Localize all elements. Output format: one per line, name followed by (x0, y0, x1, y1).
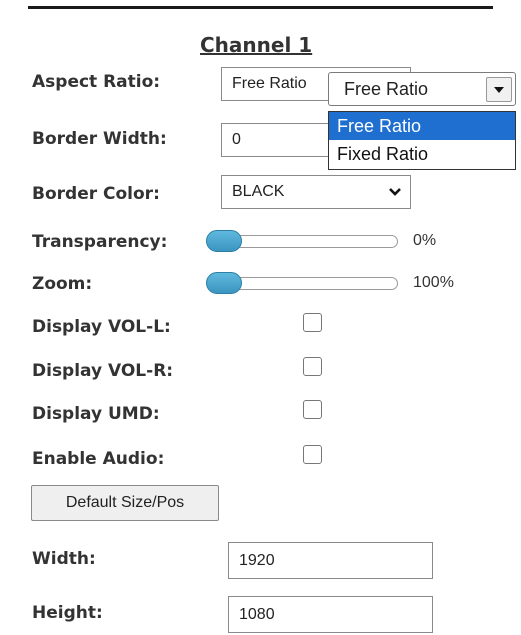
aspect-ratio-value: Free Ratio (232, 75, 307, 92)
transparency-value: 0% (413, 232, 437, 249)
display-vol-l-label: Display VOL-L: (32, 317, 171, 337)
transparency-thumb[interactable] (206, 230, 242, 252)
display-vol-l-checkbox[interactable] (303, 313, 322, 332)
width-input[interactable]: 1920 (228, 542, 433, 579)
transparency-label: Transparency: (32, 232, 168, 252)
height-label: Height: (32, 603, 103, 623)
aspect-ratio-dropdown-value: Free Ratio (344, 78, 429, 99)
border-width-label: Border Width: (32, 129, 167, 149)
transparency-track (218, 235, 398, 248)
top-divider (28, 6, 493, 9)
default-size-pos-button[interactable]: Default Size/Pos (31, 485, 219, 521)
enable-audio-label: Enable Audio: (32, 449, 165, 469)
transparency-slider[interactable] (206, 230, 398, 252)
height-value: 1080 (239, 605, 275, 623)
chevron-down-icon (389, 188, 401, 196)
option-fixed-ratio[interactable]: Fixed Ratio (329, 140, 515, 168)
border-color-value: BLACK (232, 183, 285, 200)
display-vol-r-checkbox[interactable] (303, 357, 322, 376)
border-color-select[interactable]: BLACK (221, 175, 411, 209)
dropdown-arrow-button[interactable] (486, 77, 512, 102)
border-color-label: Border Color: (32, 184, 160, 204)
display-umd-label: Display UMD: (32, 404, 160, 424)
aspect-ratio-options: Free Ratio Fixed Ratio (328, 111, 516, 170)
width-value: 1920 (239, 551, 275, 569)
zoom-thumb[interactable] (206, 272, 242, 294)
zoom-slider[interactable] (206, 272, 398, 294)
display-vol-r-label: Display VOL-R: (32, 361, 174, 381)
option-free-ratio[interactable]: Free Ratio (329, 112, 515, 140)
zoom-value: 100% (413, 274, 454, 291)
height-input[interactable]: 1080 (228, 596, 433, 633)
aspect-ratio-label: Aspect Ratio: (32, 72, 161, 92)
width-label: Width: (32, 549, 96, 569)
aspect-ratio-dropdown[interactable]: Free Ratio (328, 72, 516, 106)
display-umd-checkbox[interactable] (303, 400, 322, 419)
border-width-value: 0 (232, 131, 241, 148)
enable-audio-checkbox[interactable] (303, 445, 322, 464)
channel-title: Channel 1 (200, 33, 313, 57)
zoom-label: Zoom: (32, 274, 93, 294)
caret-down-icon (494, 87, 504, 93)
zoom-track (218, 277, 398, 290)
